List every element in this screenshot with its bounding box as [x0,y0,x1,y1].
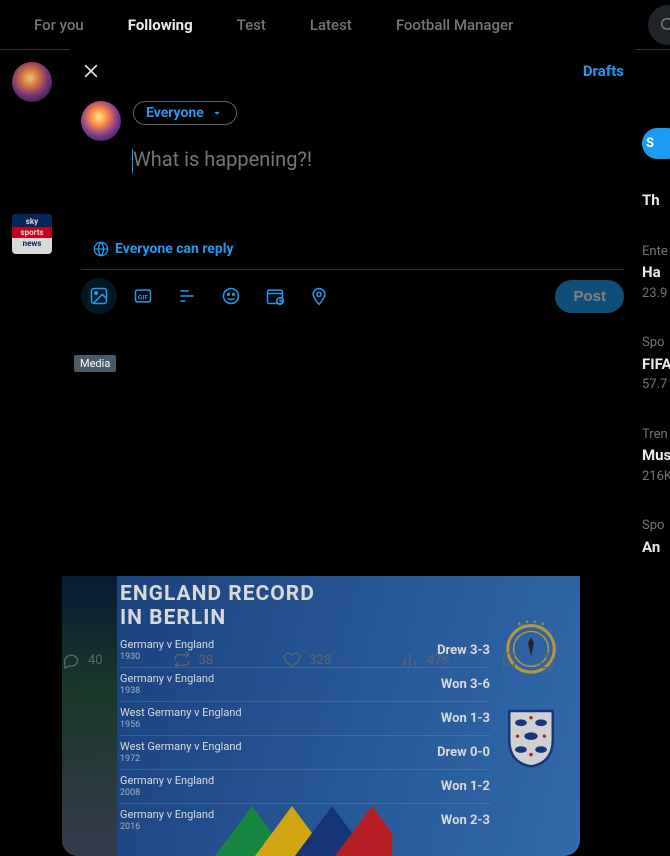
gif-button[interactable]: GIF [125,278,161,314]
share-icon [538,651,556,669]
reply-count: 40 [88,653,103,668]
views-count: 47K [427,653,450,668]
reply-settings-label: Everyone can reply [115,241,234,257]
svg-text:GIF: GIF [138,293,148,301]
gif-icon: GIF [133,286,153,306]
trend-item[interactable]: EnteHa23.9 [642,242,670,304]
compose-modal: Drafts Everyone What is happening?! Ever… [65,45,640,360]
poll-icon [177,286,197,306]
location-button[interactable] [301,278,337,314]
subscribe-button[interactable]: S [642,128,670,159]
image-icon [89,286,109,306]
compose-toolbar: GIF Post [65,270,640,322]
schedule-button[interactable] [257,278,293,314]
share-action[interactable] [538,651,556,669]
decorative-triangles [212,806,392,856]
emoji-button[interactable] [213,278,249,314]
record-row: West Germany v England1956Won 1-3 [120,701,490,735]
tweet-actions: 40 38 328 47K [0,637,556,669]
card-title-line2: IN BERLIN [120,606,226,630]
heart-icon [283,651,301,669]
repost-action[interactable]: 38 [173,651,214,669]
record-row: Germany v England2008Won 1-2 [120,769,490,803]
tab-test[interactable]: Test [221,0,282,50]
avatar[interactable] [12,62,52,102]
schedule-icon [265,286,285,306]
trend-item[interactable]: SpoAn [642,516,670,558]
tab-following[interactable]: Following [112,0,209,50]
tweet-media-card[interactable]: ENGLAND RECORD IN BERLIN Germany v Engla… [62,576,580,856]
media-button[interactable] [81,278,117,314]
drafts-link[interactable]: Drafts [583,62,624,80]
tab-latest[interactable]: Latest [294,0,368,50]
tab-football-manager[interactable]: Football Manager [380,0,530,50]
reply-settings[interactable]: Everyone can reply [65,241,640,269]
like-count: 328 [309,653,331,668]
card-title-line1: ENGLAND RECORD [120,582,315,606]
reply-action[interactable]: 40 [62,651,103,669]
reply-icon [62,651,80,669]
search-icon [659,16,670,34]
close-icon [81,61,101,81]
audience-selector[interactable]: Everyone [133,101,237,125]
england-crest-icon [500,706,562,768]
globe-icon [93,241,109,257]
trend-item[interactable]: TrenMus216K [642,425,670,487]
poll-button[interactable] [169,278,205,314]
close-button[interactable] [81,61,101,81]
bookmark-icon [500,651,518,669]
search-button[interactable] [648,5,670,45]
post-button[interactable]: Post [555,280,624,313]
tab-for-you[interactable]: For you [18,0,100,50]
sky-sports-avatar[interactable]: skysportsnews [12,214,52,254]
emoji-icon [221,286,241,306]
bookmark-action[interactable] [500,651,518,669]
trend-item[interactable]: SpoFIFA57.7 [642,333,670,395]
compose-input[interactable]: What is happening?! [133,147,624,171]
location-icon [309,286,329,306]
chevron-down-icon [210,106,224,120]
views-icon [401,651,419,669]
repost-icon [173,651,191,669]
audience-label: Everyone [146,105,204,121]
whats-happening-heading: Th [642,191,660,209]
repost-count: 38 [199,653,214,668]
record-row: West Germany v England1972Drew 0-0 [120,735,490,769]
like-action[interactable]: 328 [283,651,331,669]
views-action[interactable]: 47K [401,651,450,669]
record-row: Germany v England1938Won 3-6 [120,667,490,701]
media-tooltip: Media [74,355,116,372]
right-sidebar: S Th EnteHa23.9 SpoFIFA57.7 TrenMus216K Spo… [642,58,670,558]
feed-tabs: For you Following Test Latest Football M… [0,0,670,50]
compose-avatar[interactable] [81,101,121,141]
